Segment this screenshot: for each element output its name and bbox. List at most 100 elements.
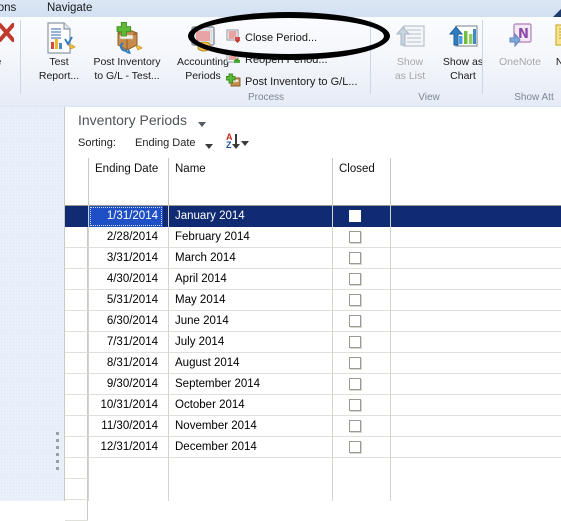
closed-checkbox[interactable]	[349, 378, 361, 390]
row-selector-cell[interactable]	[65, 374, 88, 395]
table-row[interactable]: 11/30/2014 November 2014	[65, 416, 561, 437]
cell-ending-date[interactable]: 6/30/2014	[89, 311, 163, 332]
cell-ending-date[interactable]: 1/31/2014	[89, 206, 163, 227]
cell-name[interactable]: June 2014	[169, 311, 332, 332]
row-selector-cell[interactable]	[65, 332, 88, 353]
cell-closed[interactable]	[333, 311, 391, 332]
menu-item-navigate[interactable]: Navigate	[43, 1, 96, 15]
cell-ending-date[interactable]: 12/31/2014	[89, 437, 163, 458]
cell-name[interactable]: March 2014	[169, 248, 332, 269]
chevron-down-icon[interactable]	[205, 144, 213, 149]
row-selector-cell[interactable]	[65, 416, 88, 437]
row-selector-cell[interactable]	[65, 290, 88, 311]
closed-checkbox[interactable]	[349, 231, 361, 243]
closed-checkbox[interactable]	[349, 294, 361, 306]
sort-field-value[interactable]: Ending Date	[135, 137, 196, 149]
table-row[interactable]: 8/31/2014 August 2014	[65, 353, 561, 374]
table-row[interactable]: 6/30/2014 June 2014	[65, 311, 561, 332]
cell-closed[interactable]	[333, 206, 391, 227]
cell-closed[interactable]	[333, 332, 391, 353]
cell-closed[interactable]	[333, 353, 391, 374]
cell-ending-date[interactable]: 4/30/2014	[89, 269, 163, 290]
column-header-name[interactable]: Name	[169, 158, 333, 205]
inventory-periods-grid: Ending Date Name Closed 1/31/2014 January…	[65, 158, 561, 521]
cell-name[interactable]: July 2014	[169, 332, 332, 353]
cell-ending-date[interactable]: 5/31/2014	[89, 290, 163, 311]
cell-closed[interactable]	[333, 395, 391, 416]
show-as-chart-button[interactable]: Show as Chart	[432, 21, 494, 82]
table-row[interactable]: 7/31/2014 July 2014	[65, 332, 561, 353]
cell-closed[interactable]	[333, 374, 391, 395]
row-selector-cell[interactable]	[65, 311, 88, 332]
cell-ending-date[interactable]: 10/31/2014	[89, 395, 163, 416]
calendar-periods-icon	[186, 21, 220, 55]
menu-item-actions[interactable]: tions	[0, 1, 20, 15]
delete-button[interactable]: te	[0, 21, 28, 69]
cell-name[interactable]: September 2014	[169, 374, 332, 395]
row-selector-cell[interactable]	[65, 437, 88, 458]
box-package-icon	[110, 21, 144, 55]
grid-vline	[390, 205, 391, 501]
closed-checkbox[interactable]	[349, 357, 361, 369]
list-caption-bar: Inventory Periods Sorting: Ending Date A…	[65, 107, 561, 159]
table-row[interactable]: 5/31/2014 May 2014	[65, 290, 561, 311]
row-selector-cell[interactable]	[65, 248, 88, 269]
table-row[interactable]: 12/31/2014 December 2014	[65, 437, 561, 458]
cell-closed[interactable]	[333, 437, 391, 458]
table-row[interactable]: 3/31/2014 March 2014	[65, 248, 561, 269]
post-inventory-to-gl-button[interactable]: Post Inventory to G/L...	[226, 73, 358, 90]
table-row[interactable]: 1/31/2014 January 2014	[65, 206, 561, 227]
cell-name[interactable]: August 2014	[169, 353, 332, 374]
table-row[interactable]: 4/30/2014 April 2014	[65, 269, 561, 290]
post-inventory-to-gl-test-button[interactable]: Post Inventory to G/L - Test...	[88, 21, 166, 82]
cell-ending-date[interactable]: 11/30/2014	[89, 416, 163, 437]
reopen-period-icon	[226, 51, 241, 66]
column-header-blank[interactable]	[391, 158, 561, 205]
cell-name[interactable]: November 2014	[169, 416, 332, 437]
row-selector-cell[interactable]	[65, 206, 88, 227]
cell-name[interactable]: January 2014	[169, 206, 332, 227]
cell-ending-date[interactable]: 3/31/2014	[89, 248, 163, 269]
closed-checkbox[interactable]	[349, 315, 361, 327]
column-header-closed[interactable]: Closed	[333, 158, 391, 205]
cell-closed[interactable]	[333, 269, 391, 290]
cell-name[interactable]: April 2014	[169, 269, 332, 290]
table-row[interactable]: 10/31/2014 October 2014	[65, 395, 561, 416]
closed-checkbox[interactable]	[349, 420, 361, 432]
pane-resize-grip[interactable]	[55, 432, 61, 470]
cell-name[interactable]: May 2014	[169, 290, 332, 311]
cell-ending-date[interactable]: 7/31/2014	[89, 332, 163, 353]
grid-vline	[168, 205, 169, 501]
table-row[interactable]: 2/28/2014 February 2014	[65, 227, 561, 248]
cell-name[interactable]: February 2014	[169, 227, 332, 248]
bar-chart-icon	[446, 21, 480, 55]
closed-checkbox[interactable]	[349, 441, 361, 453]
row-selector-cell[interactable]	[65, 269, 88, 290]
closed-checkbox[interactable]	[349, 252, 361, 264]
cell-name[interactable]: October 2014	[169, 395, 332, 416]
cell-name[interactable]: December 2014	[169, 437, 332, 458]
closed-checkbox[interactable]	[349, 210, 361, 222]
row-selector-cell[interactable]	[65, 395, 88, 416]
row-selector-cell[interactable]	[65, 227, 88, 248]
reopen-period-button[interactable]: Reopen Period...	[226, 51, 328, 68]
closed-checkbox[interactable]	[349, 336, 361, 348]
cell-closed[interactable]	[333, 227, 391, 248]
cell-closed[interactable]	[333, 416, 391, 437]
cell-closed[interactable]	[333, 248, 391, 269]
cell-ending-date[interactable]: 8/31/2014	[89, 353, 163, 374]
chevron-down-icon[interactable]	[198, 122, 206, 127]
row-selector-cell[interactable]	[65, 353, 88, 374]
chevron-down-icon[interactable]	[241, 141, 249, 146]
cell-closed[interactable]	[333, 290, 391, 311]
column-header-ending-date[interactable]: Ending Date	[89, 158, 169, 205]
closed-checkbox[interactable]	[349, 273, 361, 285]
closed-checkbox[interactable]	[349, 399, 361, 411]
cell-ending-date[interactable]: 9/30/2014	[89, 374, 163, 395]
table-row[interactable]: 9/30/2014 September 2014	[65, 374, 561, 395]
sort-az-ascending-icon[interactable]: AZ	[226, 132, 254, 151]
close-period-button[interactable]: Close Period...	[226, 29, 317, 46]
cell-ending-date[interactable]: 2/28/2014	[89, 227, 163, 248]
test-report-button[interactable]: Test Report...	[28, 21, 90, 82]
notes-button[interactable]: Note	[536, 21, 561, 69]
